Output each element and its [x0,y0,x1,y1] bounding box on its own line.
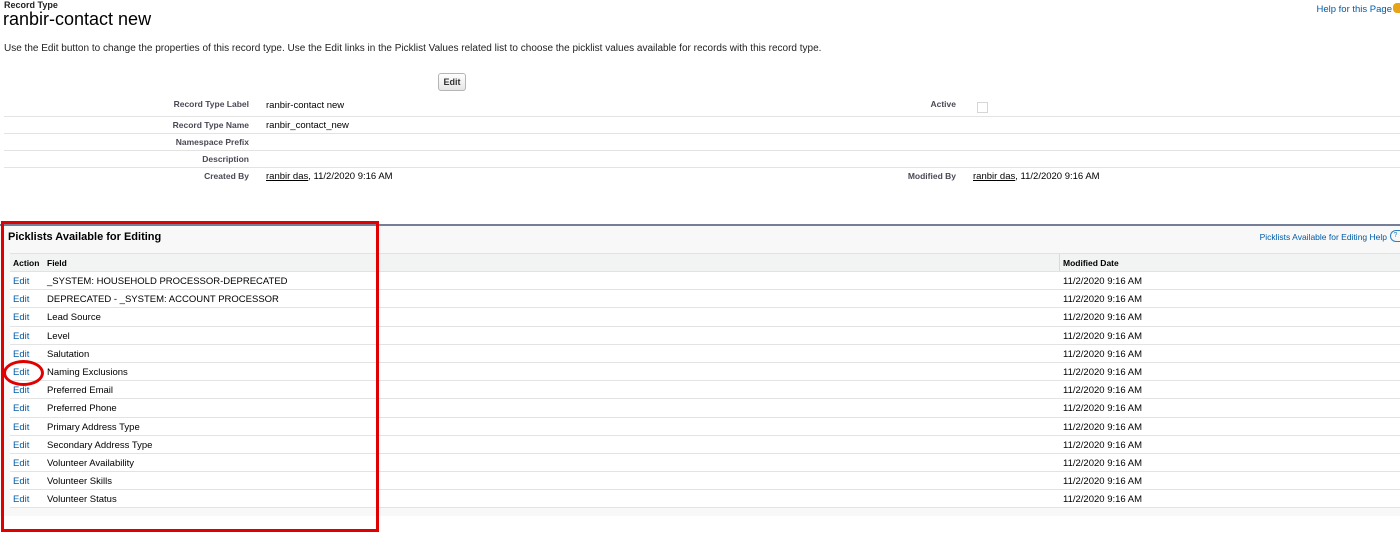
table-row: Edit Primary Address Type 11/2/2020 9:16 A… [10,417,1400,436]
table-header: Action Field Modified Date [10,253,1400,272]
table-row: Edit Naming Exclusions 11/2/2020 9:16 AM [10,362,1400,382]
description-label: Description [202,154,249,164]
field-name: Volunteer Skills [47,476,112,488]
active-checkbox [977,102,988,113]
record-type-name-value: ranbir_contact_new [266,120,349,131]
field-column-header: Field [47,258,67,268]
created-by-label: Created By [204,171,249,181]
table-row: Edit Preferred Email 11/2/2020 9:16 AM [10,381,1400,400]
modified-by-value: ranbir das, 11/2/2020 9:16 AM [973,171,1100,182]
table-row: Edit _SYSTEM: HOUSEHOLD PROCESSOR-DEPRECA… [10,272,1400,291]
modified-date: 11/2/2020 9:16 AM [1063,294,1143,306]
modified-date: 11/2/2020 9:16 AM [1063,439,1143,451]
field-name: Volunteer Availability [47,457,134,469]
modified-date: 11/2/2020 9:16 AM [1063,312,1143,324]
record-type-name-label: Record Type Name [172,120,249,130]
modified-date: 11/2/2020 9:16 AM [1063,494,1143,506]
edit-link[interactable]: Edit [13,494,29,505]
modified-date: 11/2/2020 9:16 AM [1063,348,1143,360]
modified-date: 11/2/2020 9:16 AM [1063,330,1143,342]
field-name: Naming Exclusions [47,366,128,378]
table-row: Edit Level 11/2/2020 9:16 AM [10,326,1400,345]
table-row: Edit Volunteer Skills 11/2/2020 9:16 AM [10,472,1400,491]
column-divider [1059,254,1060,271]
field-name: _SYSTEM: HOUSEHOLD PROCESSOR-DEPRECATED [47,276,288,287]
edit-link[interactable]: Edit [13,458,29,469]
table-row: Edit Lead Source 11/2/2020 9:16 AM [10,308,1400,327]
namespace-prefix-label: Namespace Prefix [175,137,249,147]
detail-row-namespace: Namespace Prefix [4,134,1400,151]
modified-date: 11/2/2020 9:16 AM [1063,476,1143,488]
modified-date-column-header: Modified Date [1063,258,1119,268]
page-title: ranbir-contact new [3,9,152,29]
help-icon[interactable] [1393,3,1400,13]
table-row: Edit Salutation 11/2/2020 9:16 AM [10,344,1400,363]
edit-link[interactable]: Edit [13,294,29,305]
detail-row-name: Record Type Name ranbir_contact_new [4,117,1400,134]
table-row: Edit Secondary Address Type 11/2/2020 9:16… [10,435,1400,454]
table-row: Edit DEPRECATED - _SYSTEM: ACCOUNT PROCES… [10,290,1400,309]
field-name: Volunteer Status [47,494,117,506]
edit-link[interactable]: Edit [13,367,29,378]
active-label: Active [930,99,956,109]
edit-link[interactable]: Edit [13,276,29,287]
field-name: Secondary Address Type [47,439,153,451]
picklists-section-title: Picklists Available for Editing [8,231,162,243]
field-name: Primary Address Type [47,421,140,433]
detail-row-created: Created By ranbir das, 11/2/2020 9:16 AM… [4,168,1400,184]
edit-link[interactable]: Edit [13,331,29,342]
intro-text: Use the Edit button to change the proper… [4,43,822,54]
field-name: Salutation [47,348,90,360]
table-row: Edit Preferred Phone 11/2/2020 9:16 AM [10,399,1400,418]
field-name: Level [47,330,70,342]
record-type-detail: Record Type Label ranbir-contact new Act… [4,96,1400,184]
question-mark-icon[interactable]: ? [1390,230,1400,242]
picklists-help-link[interactable]: Picklists Available for Editing Help [1260,232,1387,242]
record-type-label-label: Record Type Label [173,99,249,109]
edit-button[interactable]: Edit [438,73,466,91]
modified-date: 11/2/2020 9:16 AM [1063,421,1143,433]
field-name: Preferred Email [47,385,113,397]
table-row: Edit Volunteer Status 11/2/2020 9:16 AM [10,490,1400,509]
field-name: Preferred Phone [47,403,117,415]
detail-row-label: Record Type Label ranbir-contact new Act… [4,96,1400,117]
table-row: Edit Volunteer Availability 11/2/2020 9:16… [10,453,1400,473]
modified-date: 11/2/2020 9:16 AM [1063,276,1143,287]
table-body: Edit _SYSTEM: HOUSEHOLD PROCESSOR-DEPRECA… [10,272,1400,509]
modified-date: 11/2/2020 9:16 AM [1063,403,1143,415]
help-for-this-page-link[interactable]: Help for this Page [1316,4,1392,15]
created-by-date: , 11/2/2020 9:16 AM [308,171,393,182]
edit-link[interactable]: Edit [13,440,29,451]
edit-link[interactable]: Edit [13,476,29,487]
edit-link[interactable]: Edit [13,312,29,323]
modified-by-label: Modified By [907,171,956,181]
edit-link[interactable]: Edit [13,349,29,360]
edit-link[interactable]: Edit [13,385,29,396]
modified-by-date: , 11/2/2020 9:16 AM [1015,171,1100,182]
action-column-header: Action [13,258,40,268]
field-name: DEPRECATED - _SYSTEM: ACCOUNT PROCESSOR [47,294,279,306]
record-type-label-value: ranbir-contact new [266,100,345,111]
picklists-section: Picklists Available for Editing Picklist… [0,224,1400,516]
modified-date: 11/2/2020 9:16 AM [1063,457,1143,469]
picklists-table: Action Field Modified Date Edit _SYSTEM: … [10,253,1400,509]
detail-row-description: Description [4,151,1400,168]
modified-date: 11/2/2020 9:16 AM [1063,385,1143,397]
modified-by-user-link[interactable]: ranbir das [973,171,1015,182]
field-name: Lead Source [47,312,101,324]
edit-link[interactable]: Edit [13,422,29,433]
created-by-user-link[interactable]: ranbir das [266,171,308,182]
modified-date: 11/2/2020 9:16 AM [1063,366,1143,378]
created-by-value: ranbir das, 11/2/2020 9:16 AM [266,171,393,182]
edit-link[interactable]: Edit [13,403,29,414]
